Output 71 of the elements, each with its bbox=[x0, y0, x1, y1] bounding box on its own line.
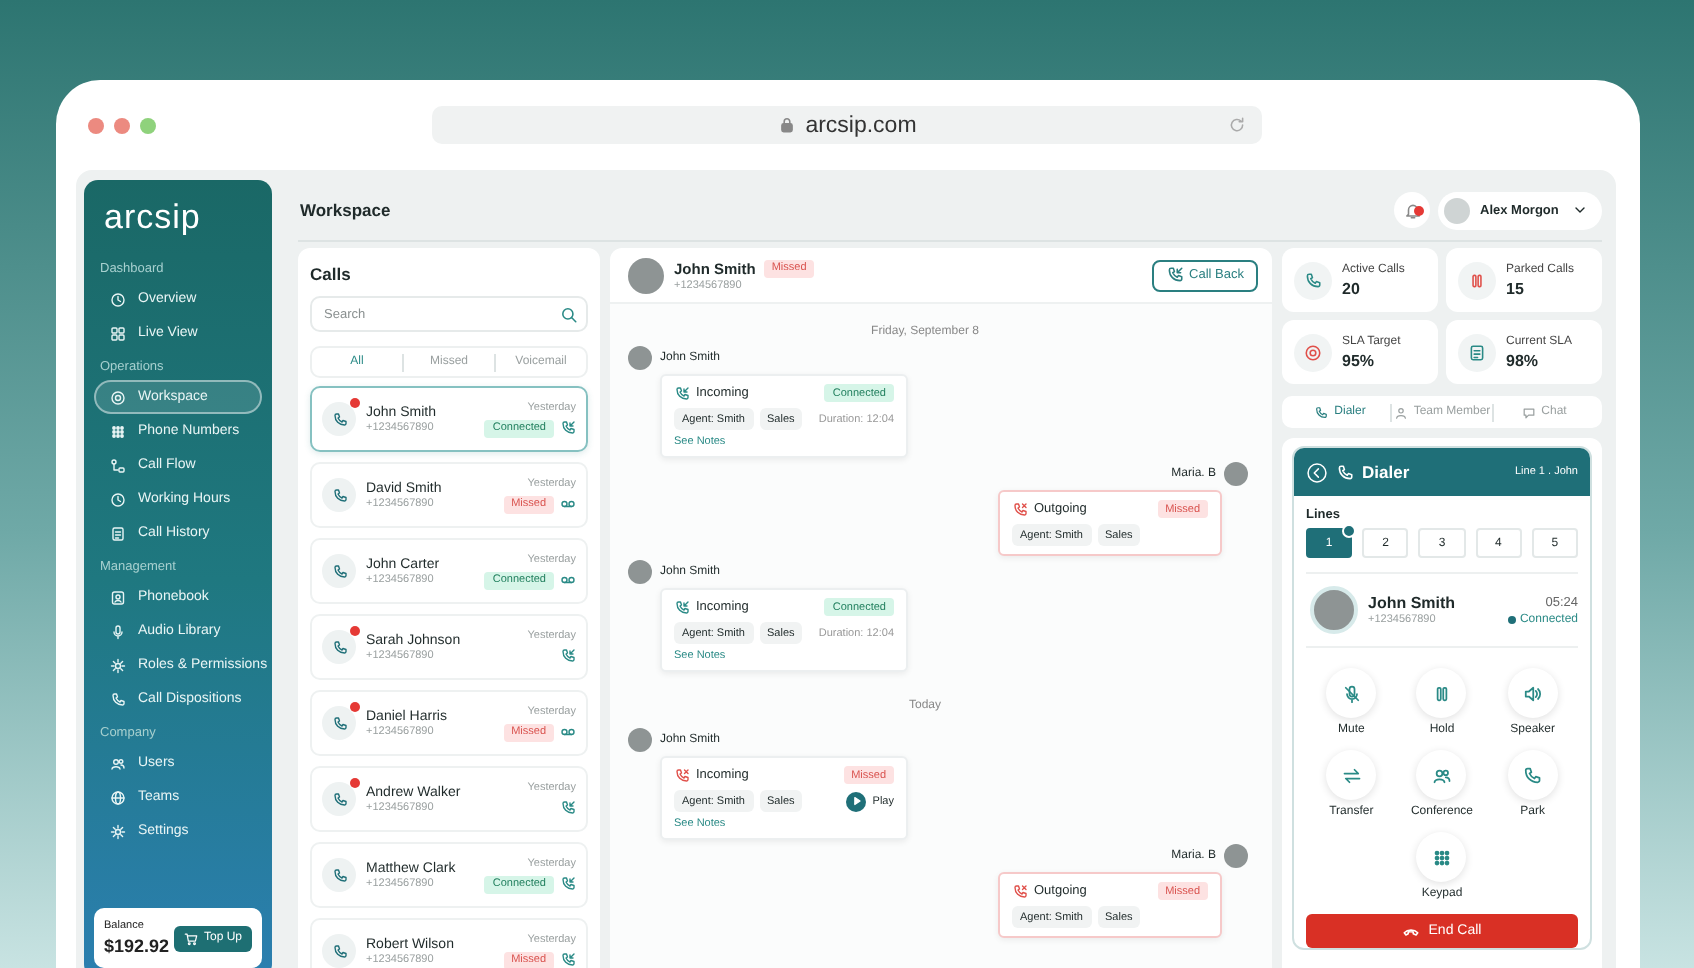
stat-value: 20 bbox=[1342, 279, 1362, 297]
avatar bbox=[1224, 462, 1248, 486]
minimize-dot[interactable] bbox=[114, 117, 130, 133]
avatar bbox=[628, 728, 652, 752]
avatar bbox=[628, 346, 652, 370]
phone-cross-icon bbox=[674, 767, 690, 783]
grid-icon bbox=[110, 325, 126, 341]
phone-arrow-icon bbox=[674, 385, 690, 401]
phone-arrow-icon bbox=[674, 599, 690, 615]
chat-icon bbox=[1521, 405, 1536, 419]
phone-cross-icon bbox=[1012, 501, 1028, 517]
phone-icon bbox=[331, 411, 347, 427]
phone-icon bbox=[1522, 765, 1543, 785]
cart-icon bbox=[183, 931, 198, 945]
phone-icon bbox=[331, 639, 347, 655]
globe-icon bbox=[110, 789, 126, 805]
phone-icon bbox=[331, 943, 347, 959]
clock-icon bbox=[110, 491, 126, 507]
back-icon[interactable] bbox=[1306, 461, 1328, 483]
search-icon[interactable] bbox=[560, 305, 578, 323]
phone-icon bbox=[110, 691, 126, 707]
notifications-button[interactable] bbox=[1394, 192, 1430, 228]
address-bar[interactable]: arcsip.com bbox=[432, 106, 1262, 144]
clock-icon bbox=[110, 291, 126, 307]
phone-arrow-icon bbox=[1165, 266, 1184, 284]
contact-book-icon bbox=[110, 589, 126, 605]
avatar bbox=[1224, 844, 1248, 868]
panel-title: Calls bbox=[310, 264, 353, 284]
gear-icon bbox=[110, 657, 126, 673]
target-icon bbox=[110, 389, 126, 405]
avatar bbox=[628, 257, 664, 293]
users-icon bbox=[1431, 765, 1452, 785]
flow-icon bbox=[110, 457, 126, 473]
phone-icon bbox=[331, 487, 347, 503]
logo: arcsip bbox=[104, 198, 203, 236]
keypad-icon bbox=[110, 423, 126, 439]
stat-value: 98% bbox=[1506, 351, 1541, 369]
maximize-dot[interactable] bbox=[140, 117, 156, 133]
avatar bbox=[1444, 197, 1470, 223]
keypad-icon bbox=[1431, 847, 1452, 867]
contact-name: John Smith bbox=[1368, 594, 1456, 612]
muted-microphone-icon bbox=[1341, 683, 1362, 703]
phone-icon bbox=[331, 791, 347, 807]
play-icon bbox=[849, 794, 864, 808]
avatar bbox=[628, 560, 652, 584]
speaker-icon bbox=[1522, 683, 1543, 703]
lock-icon bbox=[777, 116, 796, 134]
microphone-icon bbox=[110, 623, 126, 639]
phone-icon bbox=[1314, 405, 1329, 419]
pause-icon bbox=[1431, 683, 1452, 703]
phone-icon bbox=[331, 867, 347, 883]
stat-value: 15 bbox=[1506, 279, 1526, 297]
close-dot[interactable] bbox=[88, 117, 104, 133]
document-icon bbox=[110, 525, 126, 541]
phone-icon bbox=[331, 715, 347, 731]
balance-amount: $192.92 bbox=[104, 936, 170, 956]
phone-cross-icon bbox=[1012, 883, 1028, 899]
page-title: Workspace bbox=[300, 200, 391, 220]
bell-icon bbox=[1403, 201, 1421, 219]
transfer-icon bbox=[1341, 765, 1362, 785]
person-icon bbox=[1393, 405, 1408, 419]
dialer-title: Dialer bbox=[1362, 462, 1410, 482]
url-text: arcsip.com bbox=[805, 113, 917, 137]
reload-icon[interactable] bbox=[1228, 116, 1246, 134]
chevron-down-icon bbox=[1572, 202, 1588, 218]
stat-value: 95% bbox=[1342, 351, 1377, 369]
avatar bbox=[1310, 586, 1358, 634]
phone-icon bbox=[1336, 463, 1354, 481]
gear-icon bbox=[110, 823, 126, 839]
users-icon bbox=[110, 755, 126, 771]
phone-icon bbox=[331, 563, 347, 579]
